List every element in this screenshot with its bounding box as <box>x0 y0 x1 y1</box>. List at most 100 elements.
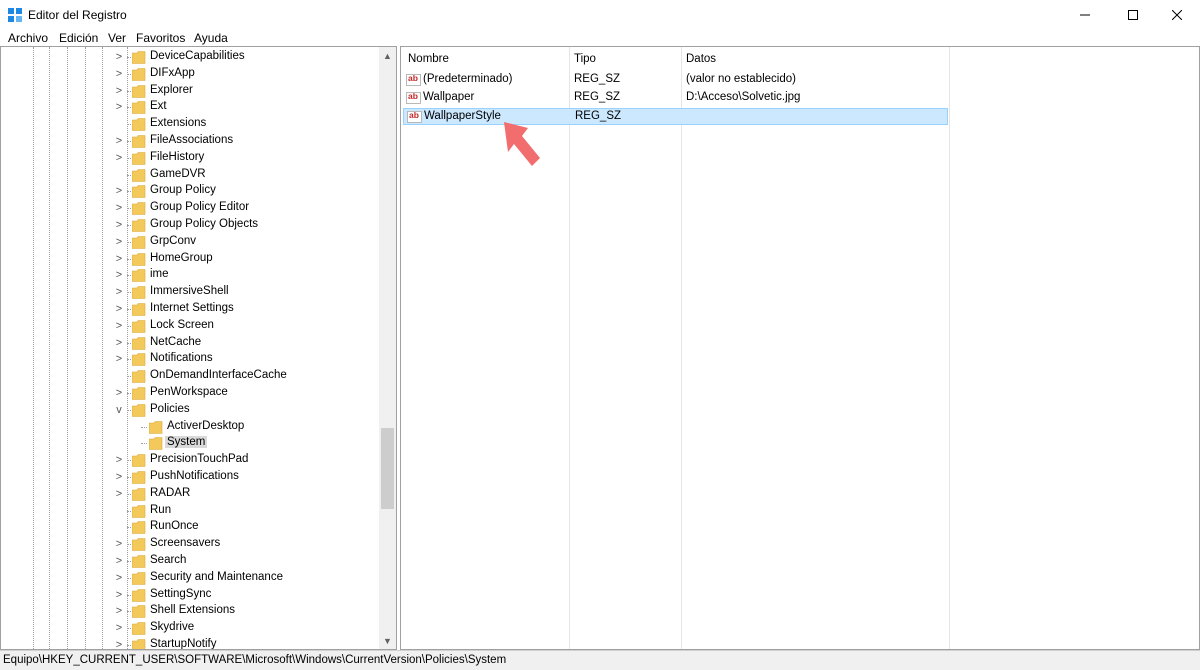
tree-item[interactable]: > Security and Maintenance <box>1 570 379 587</box>
chevron-right-icon[interactable]: > <box>113 621 125 635</box>
tree-item[interactable]: GameDVR <box>1 167 379 184</box>
chevron-right-icon[interactable]: > <box>113 352 125 366</box>
chevron-right-icon[interactable]: > <box>113 50 125 64</box>
chevron-right-icon[interactable]: > <box>113 319 125 333</box>
chevron-right-icon[interactable]: > <box>113 487 125 501</box>
tree-item[interactable]: > Lock Screen <box>1 318 379 335</box>
tree-item[interactable]: > DeviceCapabilities <box>1 49 379 66</box>
value-row[interactable]: ab (Predeterminado) REG_SZ (valor no establ… <box>403 72 948 89</box>
tree-item[interactable]: ActiverDesktop <box>1 419 379 436</box>
tree-item[interactable]: Run <box>1 503 379 520</box>
tree-item[interactable]: > SettingSync <box>1 587 379 604</box>
chevron-right-icon[interactable]: > <box>113 453 125 467</box>
maximize-button[interactable] <box>1110 0 1156 30</box>
value-row[interactable]: ab Wallpaper REG_SZ D:\Acceso\Solvetic.jpg <box>403 90 948 107</box>
tree-item[interactable]: > Shell Extensions <box>1 603 379 620</box>
tree-item-label: Group Policy Objects <box>150 218 259 230</box>
tree-item[interactable]: > Screensavers <box>1 536 379 553</box>
tree-item[interactable]: OnDemandInterfaceCache <box>1 368 379 385</box>
chevron-right-icon[interactable]: > <box>113 184 125 198</box>
tree-item[interactable]: > Group Policy <box>1 183 379 200</box>
chevron-right-icon[interactable]: > <box>113 201 125 215</box>
chevron-right-icon[interactable]: > <box>113 470 125 484</box>
chevron-right-icon[interactable]: > <box>113 235 125 249</box>
menu-archivo[interactable]: Archivo <box>8 31 48 45</box>
chevron-right-icon[interactable]: > <box>113 252 125 266</box>
chevron-right-icon[interactable]: > <box>113 134 125 148</box>
chevron-right-icon[interactable]: > <box>113 571 125 585</box>
chevron-right-icon[interactable]: > <box>113 604 125 618</box>
chevron-right-icon[interactable]: > <box>113 537 125 551</box>
tree-item[interactable]: > PenWorkspace <box>1 385 379 402</box>
scroll-up-icon[interactable]: ▲ <box>379 47 396 64</box>
tree-item[interactable]: RunOnce <box>1 519 379 536</box>
chevron-down-icon[interactable]: v <box>113 403 125 417</box>
tree-item[interactable]: > FileAssociations <box>1 133 379 150</box>
tree-item[interactable]: > ImmersiveShell <box>1 284 379 301</box>
tree-item[interactable]: > ime <box>1 267 379 284</box>
folder-icon <box>132 588 146 602</box>
tree-item-label: RADAR <box>150 486 191 499</box>
tree-item[interactable]: > FileHistory <box>1 150 379 167</box>
tree-item[interactable]: System <box>1 435 379 452</box>
tree-item[interactable]: > DIFxApp <box>1 66 379 83</box>
minimize-icon <box>1080 14 1090 16</box>
tree-item[interactable]: > NetCache <box>1 335 379 352</box>
tree-item[interactable]: Extensions <box>1 116 379 133</box>
folder-icon <box>132 135 146 148</box>
chevron-right-icon[interactable]: > <box>113 100 125 114</box>
scroll-thumb[interactable] <box>381 428 394 509</box>
chevron-right-icon[interactable]: > <box>113 554 125 568</box>
menu-edicion[interactable]: Edición <box>59 31 98 45</box>
chevron-right-icon[interactable]: > <box>113 218 125 232</box>
tree-item[interactable]: > GrpConv <box>1 234 379 251</box>
scroll-down-icon[interactable]: ▼ <box>379 632 396 649</box>
value-data: (valor no establecido) <box>686 73 796 85</box>
close-button[interactable] <box>1154 0 1200 30</box>
tree-item[interactable]: > PrecisionTouchPad <box>1 452 379 469</box>
chevron-right-icon[interactable]: > <box>113 336 125 350</box>
chevron-right-icon[interactable]: > <box>113 302 125 316</box>
tree-item[interactable]: > Search <box>1 553 379 570</box>
chevron-right-icon[interactable]: > <box>113 588 125 602</box>
tree-item-label: Internet Settings <box>150 302 234 314</box>
minimize-button[interactable] <box>1062 0 1108 30</box>
tree-item[interactable]: > Group Policy Objects <box>1 217 379 234</box>
tree-item[interactable]: > Internet Settings <box>1 301 379 318</box>
tree-item[interactable]: > StartupNotify <box>1 637 379 650</box>
tree-item[interactable]: > Ext <box>1 99 379 116</box>
menu-ver[interactable]: Ver <box>108 31 126 45</box>
tree-scrollbar[interactable]: ▲ ▼ <box>379 47 396 649</box>
folder-icon <box>132 538 146 551</box>
chevron-right-icon[interactable]: > <box>113 638 125 649</box>
tree-item[interactable]: > Skydrive <box>1 620 379 637</box>
tree-item[interactable]: > Explorer <box>1 83 379 100</box>
folder-icon <box>132 605 146 619</box>
tree-item-label: StartupNotify <box>150 638 217 650</box>
column-header-datos[interactable]: Datos <box>686 53 716 65</box>
chevron-right-icon[interactable]: > <box>113 151 125 165</box>
menu-ayuda[interactable]: Ayuda <box>194 31 228 45</box>
menu-favoritos[interactable]: Favoritos <box>136 31 185 45</box>
chevron-right-icon[interactable]: > <box>113 386 125 400</box>
folder-icon <box>132 101 146 115</box>
tree-item[interactable]: > RADAR <box>1 486 379 503</box>
column-header-nombre[interactable]: Nombre <box>408 53 449 65</box>
folder-icon <box>132 487 146 501</box>
column-header-tipo[interactable]: Tipo <box>574 53 596 65</box>
chevron-right-icon[interactable]: > <box>113 84 125 98</box>
folder-icon <box>132 387 146 400</box>
value-type: REG_SZ <box>575 110 622 122</box>
chevron-right-icon[interactable]: > <box>113 67 125 81</box>
chevron-right-icon[interactable]: > <box>113 268 125 282</box>
tree-item[interactable]: > HomeGroup <box>1 251 379 268</box>
registry-tree-pane[interactable]: > DeviceCapabilities > DIFxApp > Explorer > Ext… <box>0 46 397 650</box>
chevron-right-icon[interactable]: > <box>113 285 125 299</box>
tree-connector <box>141 443 147 445</box>
tree-item[interactable]: v Policies <box>1 402 379 419</box>
tree-item[interactable]: > Notifications <box>1 351 379 368</box>
tree-item[interactable]: > Group Policy Editor <box>1 200 379 217</box>
tree-item[interactable]: > PushNotifications <box>1 469 379 486</box>
value-row[interactable]: ab WallpaperStyle REG_SZ <box>403 108 948 125</box>
tree-item-label: System <box>165 436 208 449</box>
